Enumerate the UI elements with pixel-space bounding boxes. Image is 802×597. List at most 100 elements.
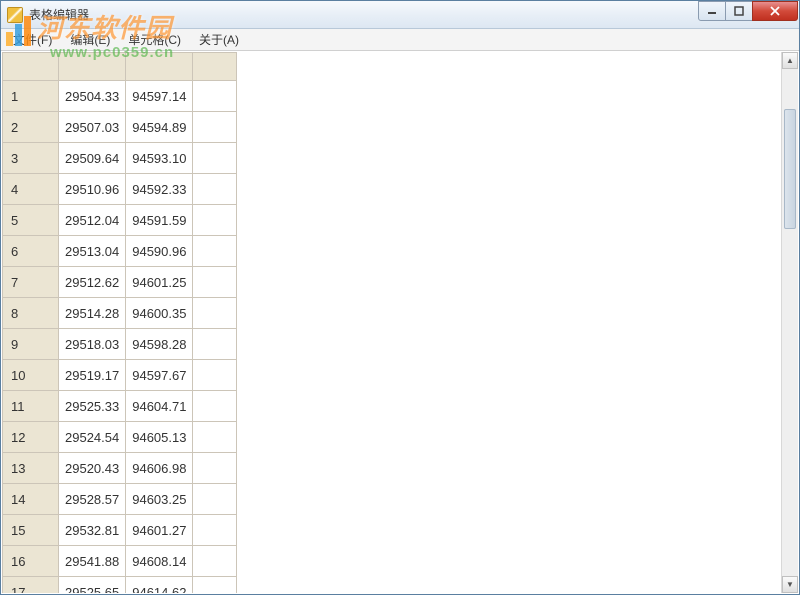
table-row: 1629541.8894608.14 [3, 546, 237, 577]
cell[interactable] [193, 174, 237, 205]
row-header[interactable]: 6 [3, 236, 59, 267]
cell[interactable]: 29512.62 [59, 267, 126, 298]
row-header[interactable]: 1 [3, 81, 59, 112]
cell[interactable] [193, 546, 237, 577]
cell[interactable]: 94591.59 [126, 205, 193, 236]
vertical-scrollbar[interactable]: ▲ ▼ [781, 52, 798, 593]
col-header-1[interactable] [59, 53, 126, 81]
cell[interactable]: 94597.14 [126, 81, 193, 112]
cell[interactable]: 94601.27 [126, 515, 193, 546]
close-button[interactable] [752, 1, 798, 21]
header-row [3, 53, 237, 81]
col-header-2[interactable] [126, 53, 193, 81]
cell[interactable] [193, 577, 237, 594]
row-header[interactable]: 13 [3, 453, 59, 484]
row-header[interactable]: 4 [3, 174, 59, 205]
cell[interactable] [193, 391, 237, 422]
row-header[interactable]: 10 [3, 360, 59, 391]
cell[interactable]: 29520.43 [59, 453, 126, 484]
close-icon [769, 6, 781, 16]
row-header[interactable]: 3 [3, 143, 59, 174]
cell[interactable] [193, 515, 237, 546]
cell[interactable] [193, 360, 237, 391]
cell[interactable]: 94603.25 [126, 484, 193, 515]
cell[interactable]: 94592.33 [126, 174, 193, 205]
app-icon [7, 7, 23, 23]
cell[interactable]: 94601.25 [126, 267, 193, 298]
minimize-icon [707, 6, 717, 16]
row-header[interactable]: 11 [3, 391, 59, 422]
cell[interactable]: 94606.98 [126, 453, 193, 484]
table-row: 1129525.3394604.71 [3, 391, 237, 422]
cell[interactable] [193, 236, 237, 267]
cell[interactable] [193, 422, 237, 453]
row-header[interactable]: 5 [3, 205, 59, 236]
scroll-thumb[interactable] [784, 109, 796, 229]
cell[interactable]: 94608.14 [126, 546, 193, 577]
scroll-down-arrow[interactable]: ▼ [782, 576, 798, 593]
cell[interactable] [193, 267, 237, 298]
data-grid[interactable]: 129504.3394597.14 229507.0394594.89 329509… [2, 52, 237, 593]
cell[interactable]: 29519.17 [59, 360, 126, 391]
cell[interactable]: 29507.03 [59, 112, 126, 143]
menu-cell[interactable]: 单元格(C) [120, 29, 189, 50]
cell[interactable] [193, 329, 237, 360]
cell[interactable]: 94600.35 [126, 298, 193, 329]
scroll-track[interactable] [782, 69, 798, 576]
cell[interactable]: 94598.28 [126, 329, 193, 360]
cell[interactable]: 29513.04 [59, 236, 126, 267]
table-row: 929518.0394598.28 [3, 329, 237, 360]
menu-about[interactable]: 关于(A) [191, 29, 247, 50]
table-row: 1529532.8194601.27 [3, 515, 237, 546]
minimize-button[interactable] [698, 1, 726, 21]
cell[interactable]: 29504.33 [59, 81, 126, 112]
table-row: 1429528.5794603.25 [3, 484, 237, 515]
cell[interactable] [193, 143, 237, 174]
window-frame: 表格编辑器 文件(F) 编辑(E) 单元格(C) 关于(A) [0, 0, 800, 595]
cell[interactable]: 29532.81 [59, 515, 126, 546]
row-header[interactable]: 8 [3, 298, 59, 329]
row-header[interactable]: 16 [3, 546, 59, 577]
row-header[interactable]: 14 [3, 484, 59, 515]
menubar: 文件(F) 编辑(E) 单元格(C) 关于(A) [1, 29, 799, 51]
cell[interactable]: 29518.03 [59, 329, 126, 360]
scroll-up-arrow[interactable]: ▲ [782, 52, 798, 69]
cell[interactable]: 29524.54 [59, 422, 126, 453]
menu-edit[interactable]: 编辑(E) [62, 29, 118, 50]
cell[interactable]: 29525.65 [59, 577, 126, 594]
cell[interactable]: 94590.96 [126, 236, 193, 267]
cell[interactable]: 29525.33 [59, 391, 126, 422]
cell[interactable]: 94604.71 [126, 391, 193, 422]
row-header[interactable]: 17 [3, 577, 59, 594]
cell[interactable]: 94594.89 [126, 112, 193, 143]
row-header[interactable]: 15 [3, 515, 59, 546]
window-title: 表格编辑器 [29, 6, 89, 23]
cell[interactable]: 94597.67 [126, 360, 193, 391]
cell[interactable]: 29514.28 [59, 298, 126, 329]
table-row: 1029519.1794597.67 [3, 360, 237, 391]
row-header[interactable]: 12 [3, 422, 59, 453]
row-header[interactable]: 2 [3, 112, 59, 143]
menu-file[interactable]: 文件(F) [5, 29, 60, 50]
cell[interactable]: 29510.96 [59, 174, 126, 205]
cell[interactable]: 29509.64 [59, 143, 126, 174]
cell[interactable] [193, 484, 237, 515]
col-header-3[interactable] [193, 53, 237, 81]
cell[interactable] [193, 298, 237, 329]
cell[interactable]: 94614.62 [126, 577, 193, 594]
row-header[interactable]: 9 [3, 329, 59, 360]
cell[interactable]: 29541.88 [59, 546, 126, 577]
cell[interactable] [193, 112, 237, 143]
corner-cell[interactable] [3, 53, 59, 81]
cell[interactable] [193, 81, 237, 112]
titlebar[interactable]: 表格编辑器 [1, 1, 799, 29]
maximize-button[interactable] [725, 1, 753, 21]
table-row: 1729525.6594614.62 [3, 577, 237, 594]
cell[interactable]: 29528.57 [59, 484, 126, 515]
cell[interactable]: 94605.13 [126, 422, 193, 453]
cell[interactable]: 29512.04 [59, 205, 126, 236]
row-header[interactable]: 7 [3, 267, 59, 298]
cell[interactable] [193, 453, 237, 484]
cell[interactable] [193, 205, 237, 236]
cell[interactable]: 94593.10 [126, 143, 193, 174]
